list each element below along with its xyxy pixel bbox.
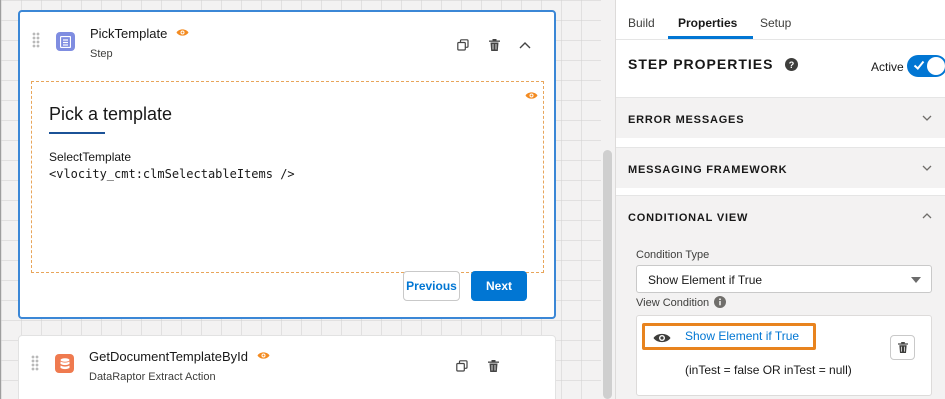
properties-panel: Build Properties Setup STEP PROPERTIES ?…	[615, 0, 945, 399]
heading-underline	[49, 132, 105, 134]
list-doc-icon	[56, 32, 75, 51]
collapse-icon[interactable]	[518, 38, 532, 52]
tab-setup[interactable]: Setup	[760, 16, 791, 30]
dataraptor-subtitle: DataRaptor Extract Action	[89, 371, 216, 383]
panel-tabs: Build Properties Setup	[616, 0, 945, 40]
help-icon[interactable]: ?	[785, 58, 798, 71]
active-label: Active	[871, 60, 904, 74]
chevron-down-icon	[922, 115, 932, 121]
drag-handle-icon[interactable]	[32, 32, 40, 48]
section-label: CONDITIONAL VIEW	[628, 212, 749, 224]
step-preview: Pick a template SelectTemplate <vlocity_…	[31, 81, 544, 273]
next-button[interactable]: Next	[471, 271, 527, 301]
view-condition-box: Show Element if True (inTest = false OR …	[636, 315, 932, 396]
condition-type-value: Show Element if True	[648, 273, 763, 287]
active-tab-indicator	[668, 36, 753, 39]
clone-icon[interactable]	[455, 359, 469, 373]
chevron-down-icon	[922, 165, 932, 171]
panel-title: STEP PROPERTIES	[628, 56, 774, 72]
view-condition-label: View Condition	[636, 297, 710, 309]
section-error-messages[interactable]: ERROR MESSAGES	[616, 97, 945, 138]
section-conditional-view[interactable]: CONDITIONAL VIEW Condition Type Show Ele…	[616, 195, 945, 399]
tab-build[interactable]: Build	[628, 16, 655, 30]
delete-icon[interactable]	[487, 38, 501, 52]
dropdown-caret-icon	[911, 277, 921, 283]
clone-icon[interactable]	[456, 38, 470, 52]
condition-type-select[interactable]: Show Element if True	[636, 265, 932, 293]
delete-icon[interactable]	[486, 359, 500, 373]
canvas-scrollbar-thumb[interactable]	[603, 150, 612, 399]
conditional-view-eye-icon	[176, 29, 189, 36]
section-label: ERROR MESSAGES	[628, 114, 745, 126]
database-icon	[55, 354, 74, 373]
condition-expression: (inTest = false OR inTest = null)	[685, 363, 852, 377]
step-subtitle: Step	[90, 48, 113, 60]
preview-heading: Pick a template	[49, 104, 173, 124]
delete-icon	[897, 342, 908, 353]
show-element-condition-link[interactable]: Show Element if True	[642, 323, 816, 350]
check-icon	[913, 60, 925, 70]
chevron-up-icon	[922, 213, 932, 219]
active-toggle[interactable]	[907, 55, 945, 77]
step-title: PickTemplate	[90, 26, 168, 41]
dataraptor-title: GetDocumentTemplateById	[89, 349, 248, 364]
previous-button[interactable]: Previous	[403, 271, 460, 301]
svg-text:?: ?	[789, 60, 795, 70]
section-messaging-framework[interactable]: MESSAGING FRAMEWORK	[616, 147, 945, 188]
eye-icon	[653, 333, 671, 343]
step-card-picktemplate[interactable]: PickTemplate Step Pick a template Select…	[18, 10, 556, 319]
toggle-knob	[927, 57, 945, 75]
preview-field-label: SelectTemplate	[49, 150, 132, 164]
section-label: MESSAGING FRAMEWORK	[628, 164, 788, 176]
drag-handle-icon[interactable]	[31, 355, 39, 371]
conditional-view-eye-icon	[257, 352, 270, 359]
dataraptor-card[interactable]: GetDocumentTemplateById DataRaptor Extra…	[18, 335, 556, 399]
condition-type-label: Condition Type	[636, 249, 710, 261]
delete-condition-button[interactable]	[890, 335, 915, 360]
info-icon[interactable]	[714, 296, 726, 308]
condition-link-text[interactable]: Show Element if True	[685, 329, 799, 343]
preview-code: <vlocity_cmt:clmSelectableItems />	[49, 167, 295, 181]
conditional-view-eye-icon	[525, 92, 538, 99]
tab-properties[interactable]: Properties	[678, 16, 737, 30]
